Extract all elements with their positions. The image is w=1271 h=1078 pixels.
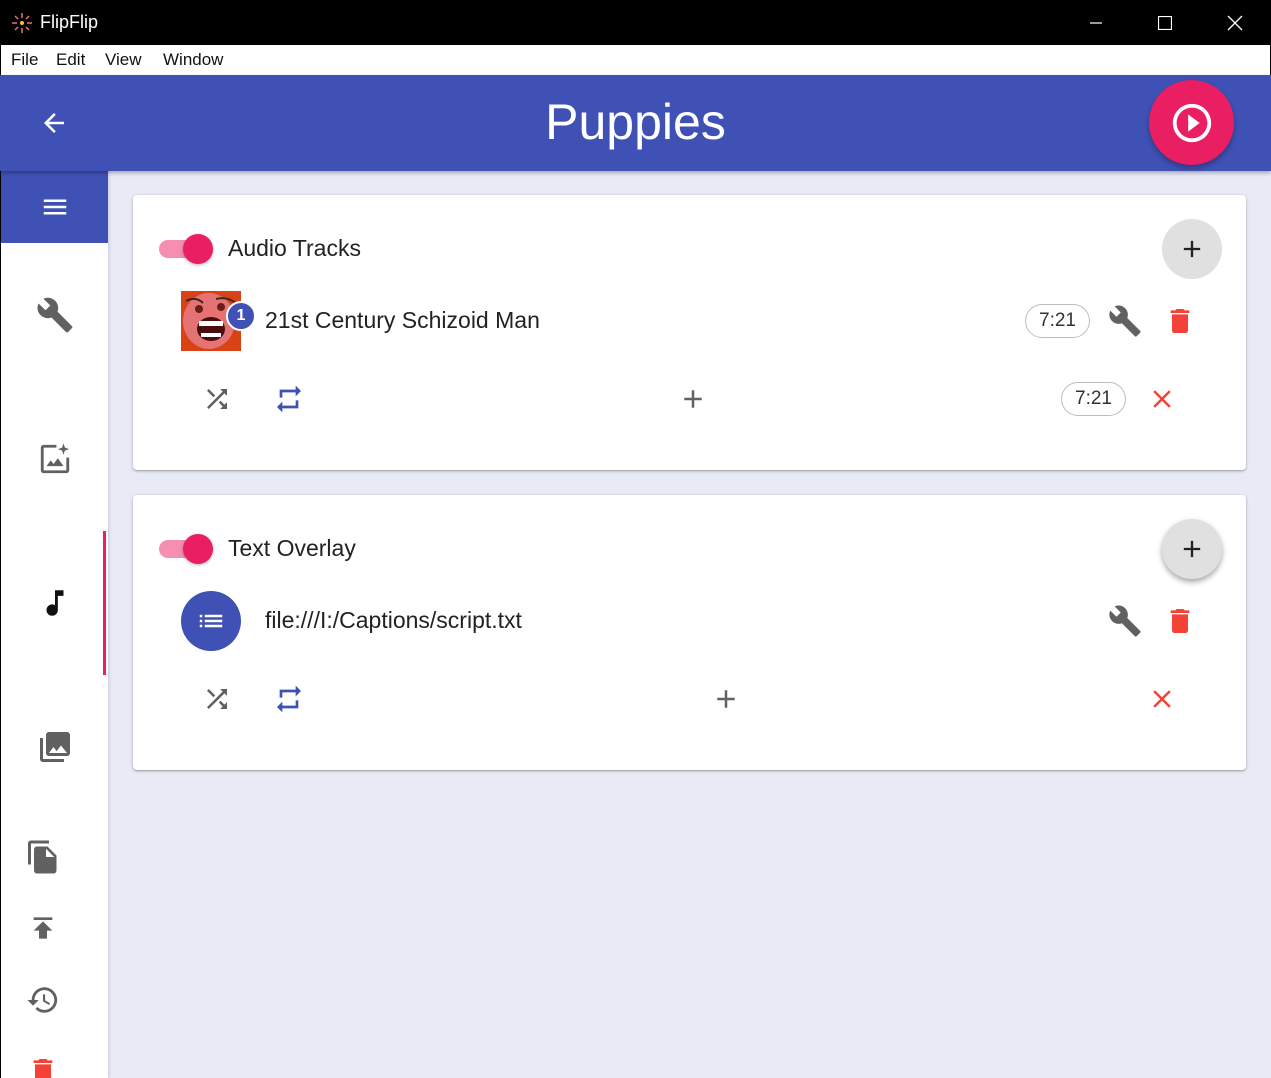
play-circle-icon bbox=[1169, 100, 1215, 146]
shuffle-button[interactable] bbox=[195, 677, 239, 721]
remove-playlist-button[interactable] bbox=[1140, 377, 1184, 421]
script-avatar bbox=[181, 591, 241, 651]
close-icon bbox=[1147, 384, 1177, 414]
track-number-badge: 1 bbox=[226, 301, 256, 331]
plus-icon bbox=[678, 384, 708, 414]
text-overlay-title: Text Overlay bbox=[228, 535, 356, 561]
sidebar-tab-sources[interactable] bbox=[1, 675, 108, 819]
list-icon bbox=[196, 606, 226, 636]
photo-library-icon bbox=[37, 729, 73, 765]
sidebar-tab-effects[interactable] bbox=[1, 387, 108, 531]
wrench-icon bbox=[1108, 604, 1142, 638]
play-button[interactable] bbox=[1149, 80, 1234, 165]
add-audio-track-button[interactable] bbox=[1162, 219, 1222, 279]
flipflip-logo-icon bbox=[10, 11, 34, 35]
file-copy-icon bbox=[25, 839, 61, 875]
track-title: 21st Century Schizoid Man bbox=[265, 307, 540, 333]
menu-edit[interactable]: Edit bbox=[56, 50, 85, 70]
text-overlay-card: Text Overlay file:///I:/Captions/script.… bbox=[133, 495, 1246, 770]
track-delete-button[interactable] bbox=[1158, 299, 1202, 343]
plus-icon bbox=[1178, 235, 1206, 263]
menu-bar: File Edit View Window bbox=[0, 45, 1271, 75]
plus-icon bbox=[1178, 535, 1206, 563]
menu-window[interactable]: Window bbox=[163, 50, 223, 70]
shuffle-icon bbox=[202, 684, 232, 714]
sidebar-menu-button[interactable] bbox=[1, 171, 108, 243]
sidebar-clone-button[interactable] bbox=[23, 837, 63, 877]
repeat-button[interactable] bbox=[267, 377, 311, 421]
delete-icon bbox=[1164, 305, 1196, 337]
text-overlay-toggle[interactable] bbox=[159, 532, 215, 566]
delete-icon bbox=[27, 1055, 59, 1078]
audio-tracks-title: Audio Tracks bbox=[228, 235, 361, 261]
sidebar bbox=[0, 171, 108, 1078]
menu-file[interactable]: File bbox=[11, 50, 38, 70]
shuffle-icon bbox=[202, 384, 232, 414]
track-duration-chip: 7:21 bbox=[1025, 304, 1090, 338]
window-title: FlipFlip bbox=[40, 12, 99, 32]
shuffle-button[interactable] bbox=[195, 377, 239, 421]
menu-view[interactable]: View bbox=[105, 50, 142, 70]
music-note-icon bbox=[38, 586, 72, 620]
window-titlebar: FlipFlip bbox=[0, 0, 1271, 45]
wrench-icon bbox=[1108, 304, 1142, 338]
delete-icon bbox=[1164, 605, 1196, 637]
sidebar-export-button[interactable] bbox=[23, 908, 63, 948]
track-settings-button[interactable] bbox=[1103, 299, 1147, 343]
image-sparkle-icon bbox=[38, 442, 72, 476]
page-title: Puppies bbox=[545, 94, 726, 150]
close-icon bbox=[1147, 684, 1177, 714]
playlist-duration-chip: 7:21 bbox=[1061, 382, 1126, 416]
audio-tracks-toggle[interactable] bbox=[159, 232, 215, 266]
remove-playlist-button[interactable] bbox=[1140, 677, 1184, 721]
add-playlist-button[interactable] bbox=[704, 677, 748, 721]
script-title: file:///I:/Captions/script.txt bbox=[265, 607, 522, 633]
wrench-icon bbox=[36, 296, 74, 334]
sidebar-history-button[interactable] bbox=[23, 980, 63, 1020]
plus-icon bbox=[711, 684, 741, 714]
script-delete-button[interactable] bbox=[1158, 599, 1202, 643]
history-icon bbox=[26, 983, 60, 1017]
add-playlist-button[interactable] bbox=[671, 377, 715, 421]
sidebar-tab-options[interactable] bbox=[1, 243, 108, 387]
menu-icon bbox=[40, 192, 70, 222]
add-text-overlay-button[interactable] bbox=[1162, 519, 1222, 579]
audio-tracks-card: Audio Tracks 1 21st Century Schizoid Man… bbox=[133, 195, 1246, 470]
publish-icon bbox=[27, 912, 59, 944]
repeat-icon bbox=[273, 383, 305, 415]
sidebar-delete-button[interactable] bbox=[23, 1051, 63, 1078]
sidebar-tab-audio-text[interactable] bbox=[1, 531, 108, 675]
repeat-icon bbox=[273, 683, 305, 715]
close-window-button[interactable] bbox=[1200, 0, 1270, 45]
repeat-button[interactable] bbox=[267, 677, 311, 721]
app-bar: Puppies bbox=[0, 75, 1271, 171]
script-settings-button[interactable] bbox=[1103, 599, 1147, 643]
maximize-button[interactable] bbox=[1130, 0, 1200, 45]
minimize-button[interactable] bbox=[1061, 0, 1131, 45]
